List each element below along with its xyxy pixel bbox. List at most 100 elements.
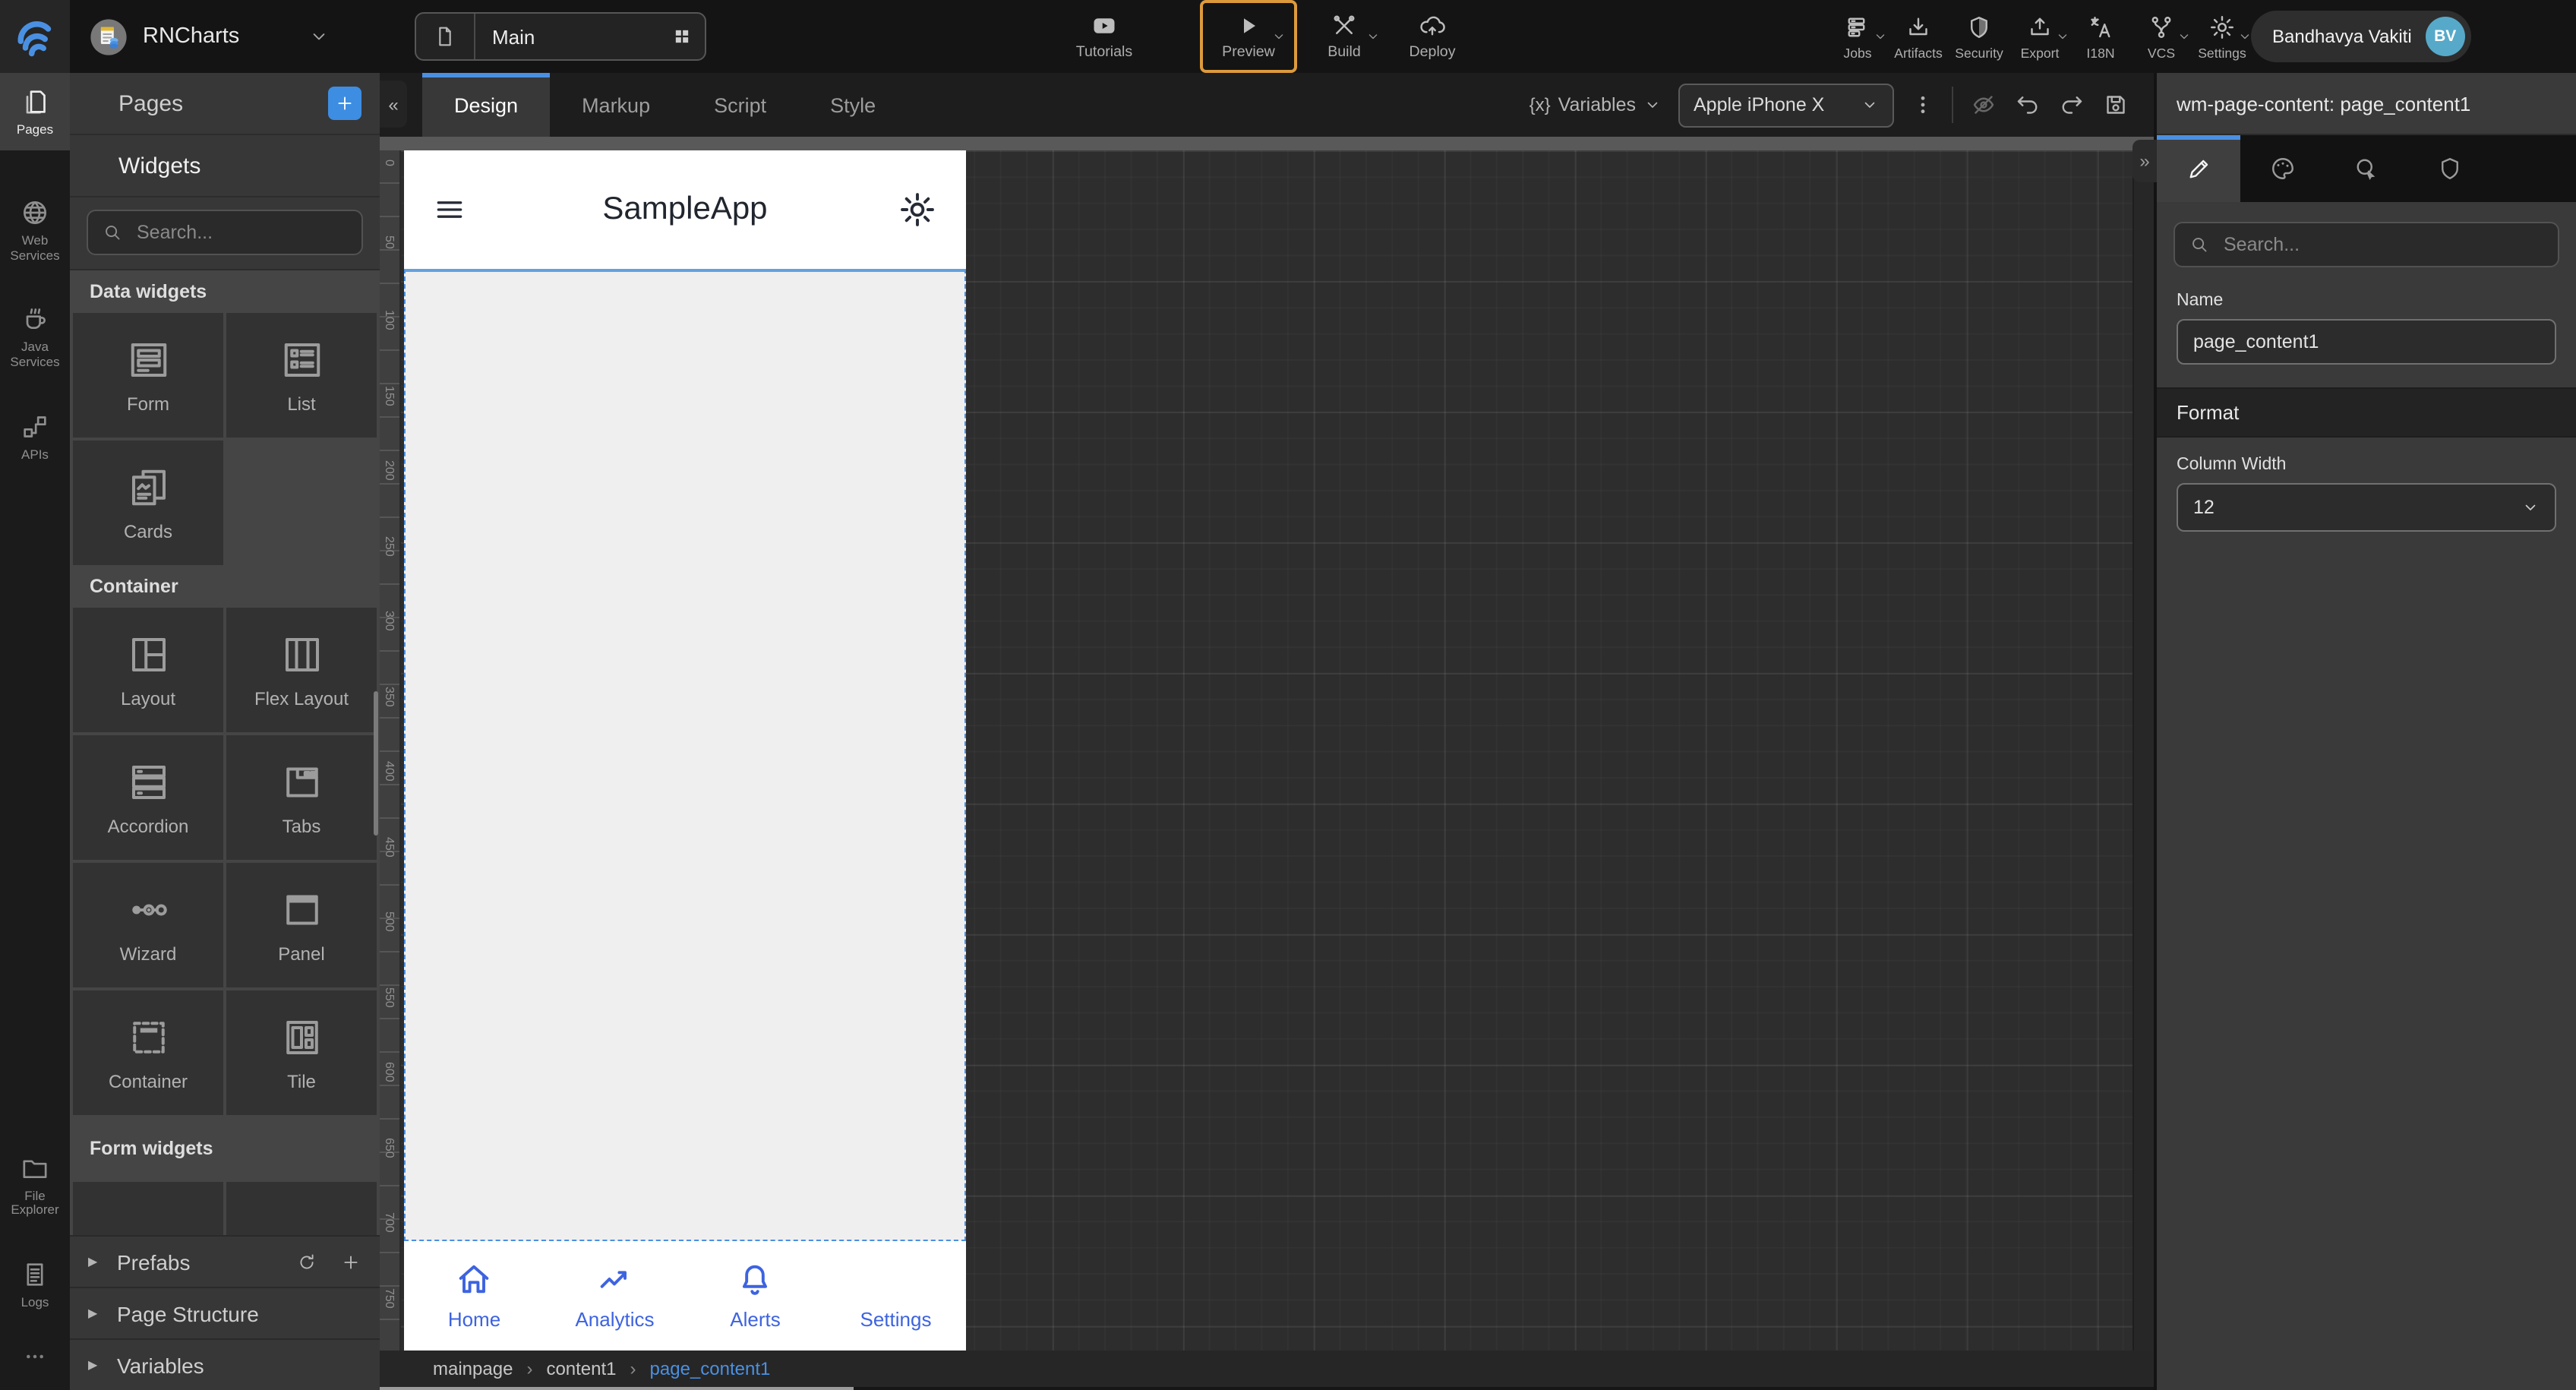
column-width-select[interactable]: 12 [2177, 483, 2556, 532]
panel-section-page-structure[interactable]: ▶ Page Structure [70, 1287, 380, 1338]
sidebar-item-label: Pages [16, 122, 54, 137]
widget-tile-container[interactable]: Container [73, 990, 223, 1115]
undo-icon[interactable] [2014, 91, 2041, 118]
app-navbar[interactable]: SampleApp [404, 150, 966, 269]
ruler-label: 100 [383, 310, 396, 330]
add-page-button[interactable] [328, 87, 361, 120]
tab-style[interactable]: Style [798, 73, 908, 137]
widget-tile-list[interactable]: List [226, 313, 377, 438]
app-tab-settings[interactable]: Settings [826, 1241, 966, 1351]
topbar-action-tutorials[interactable]: Tutorials [1060, 3, 1148, 70]
scrollbar-thumb[interactable] [380, 1387, 854, 1390]
project-switcher[interactable]: RNCharts [88, 0, 329, 73]
widget-tile-tile[interactable]: Tile [226, 990, 377, 1115]
pages-section-header[interactable]: Pages [70, 73, 380, 135]
panel-section-variables[interactable]: ▶ Variables [70, 1338, 380, 1390]
app-tab-alerts[interactable]: Alerts [685, 1241, 826, 1351]
phone-preview[interactable]: SampleApp Home Analytics Alerts Settings [404, 150, 966, 1351]
sidebar-item-file-explorer[interactable]: File Explorer [0, 1139, 70, 1230]
breadcrumb-item-page_content1[interactable]: page_content1 [650, 1358, 771, 1379]
plus-icon[interactable] [340, 1251, 361, 1272]
panel-scrollbar[interactable] [374, 691, 378, 836]
widget-tile-label: Layout [120, 687, 176, 709]
left-panel: Pages Widgets Data widgets Form List Cards C… [70, 73, 380, 1390]
chevron-down-icon[interactable] [308, 26, 329, 47]
topbar-menu-i18n[interactable]: I18N [2070, 3, 2131, 70]
canvas-vertical-scrollbar[interactable] [2132, 150, 2154, 1351]
canvas-horizontal-scrollbar[interactable] [380, 1387, 2154, 1390]
user-menu[interactable]: Bandhavya Vakiti BV [2251, 11, 2471, 62]
panel-bottom-sections: ▶ Prefabs ▶ Page Structure ▶ Variables [70, 1235, 380, 1390]
app-tab-label: Settings [860, 1308, 932, 1331]
ruler-label: 150 [383, 385, 396, 406]
properties-tab-properties-pencil[interactable] [2157, 135, 2240, 202]
redo-icon[interactable] [2058, 91, 2085, 118]
properties-tab-events-cursor[interactable] [2324, 135, 2407, 202]
styles-palette-icon [2268, 155, 2296, 182]
tab-script[interactable]: Script [682, 73, 798, 137]
grid-icon[interactable] [671, 26, 693, 47]
device-selector[interactable]: Apple iPhone X [1678, 83, 1894, 127]
chevron-right-icon: ▶ [88, 1255, 98, 1268]
page-content-selected[interactable] [404, 269, 966, 1241]
topbar-menu-security[interactable]: Security [1949, 3, 2009, 70]
topbar-action-build[interactable]: Build [1300, 3, 1388, 70]
topbar-menu-jobs[interactable]: Jobs [1827, 3, 1888, 70]
widget-tile-label: Cards [123, 520, 172, 542]
rail-more-button[interactable] [0, 1344, 70, 1369]
topbar-menu-artifacts[interactable]: Artifacts [1888, 3, 1949, 70]
topbar-action-deploy[interactable]: Deploy [1388, 3, 1476, 70]
refresh-icon[interactable] [296, 1251, 317, 1272]
widget-tile-wizard[interactable]: Wizard [73, 863, 223, 987]
tab-markup[interactable]: Markup [550, 73, 682, 137]
sidebar-item-pages[interactable]: Pages [0, 73, 70, 150]
breadcrumb-item-mainpage[interactable]: mainpage [433, 1358, 513, 1379]
breadcrumb-item-content1[interactable]: content1 [546, 1358, 616, 1379]
jobs-icon [1844, 13, 1871, 40]
properties-tab-security-shield[interactable] [2407, 135, 2491, 202]
widget-search-input[interactable] [134, 220, 348, 245]
widget-tile-cards[interactable]: Cards [73, 441, 223, 565]
app-tab-home[interactable]: Home [404, 1241, 545, 1351]
collapse-right-panel-button[interactable]: » [2132, 140, 2157, 182]
topbar-menu-export[interactable]: Export [2009, 3, 2070, 70]
flex-layout-widget-icon [279, 631, 324, 677]
topbar-menu-settings[interactable]: Settings [2192, 3, 2252, 70]
top-bar: RNCharts Main Tutorials Preview Build Deplo… [0, 0, 2576, 73]
panel-section-prefabs[interactable]: ▶ Prefabs [70, 1235, 380, 1287]
app-tab-analytics[interactable]: Analytics [545, 1241, 685, 1351]
properties-search-input[interactable] [2221, 232, 2544, 257]
widget-tile-panel[interactable]: Panel [226, 863, 377, 987]
page-selector[interactable]: Main [415, 12, 706, 61]
widget-tile-flex-layout[interactable]: Flex Layout [226, 608, 377, 732]
variables-menu[interactable]: {x} Variables [1530, 94, 1662, 115]
design-canvas[interactable]: 0 50 100 150 200 250 300 350 400 450 500 550 600 650 7… [380, 137, 2154, 1390]
sidebar-item-web-services[interactable]: Web Services [0, 184, 70, 276]
widget-tile[interactable] [226, 1182, 377, 1235]
widget-search-row [70, 197, 380, 270]
topbar-menu-vcs[interactable]: VCS [2131, 3, 2192, 70]
editor-toolbar: {x} Variables Apple iPhone X [1530, 73, 2154, 137]
widgets-section-header[interactable]: Widgets [70, 135, 380, 197]
properties-tab-styles-palette[interactable] [2240, 135, 2324, 202]
widget-tile[interactable] [73, 1182, 223, 1235]
topbar-action-preview[interactable]: Preview [1203, 3, 1294, 70]
widget-tile-layout[interactable]: Layout [73, 608, 223, 732]
hide-widgets-icon[interactable] [1970, 91, 1997, 118]
save-icon[interactable] [2102, 91, 2129, 118]
ruler-label: 450 [383, 836, 396, 857]
tab-design[interactable]: Design [422, 73, 551, 137]
sidebar-item-apis[interactable]: APIs [0, 398, 70, 475]
gear-icon[interactable] [898, 190, 937, 229]
collapse-left-panel-button[interactable]: « [380, 81, 407, 128]
sidebar-item-java-services[interactable]: Java Services [0, 291, 70, 383]
widget-tile-tabs[interactable]: Tabs [226, 735, 377, 860]
name-field[interactable] [2177, 319, 2556, 365]
form-widget-icon [125, 336, 171, 382]
hamburger-menu-icon[interactable] [433, 193, 466, 226]
wavemaker-logo[interactable] [0, 0, 70, 73]
widget-tile-accordion[interactable]: Accordion [73, 735, 223, 860]
sidebar-item-logs[interactable]: Logs [0, 1246, 70, 1323]
kebab-menu-icon[interactable] [1911, 93, 1935, 117]
widget-tile-form[interactable]: Form [73, 313, 223, 438]
